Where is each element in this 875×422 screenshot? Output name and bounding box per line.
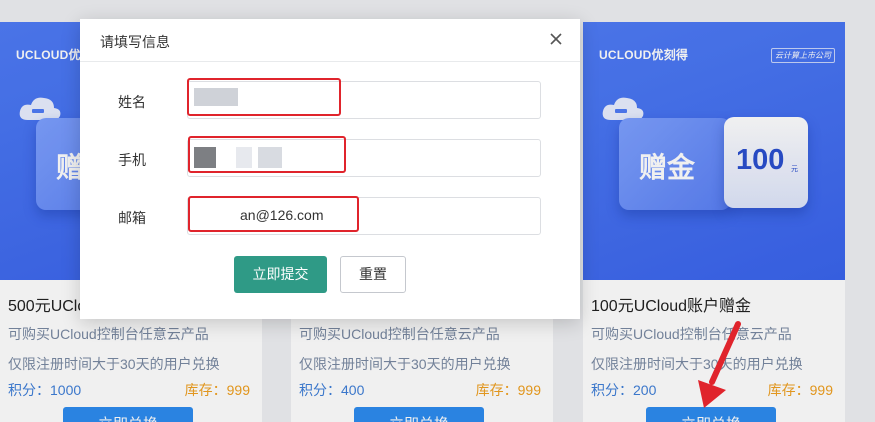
highlight-box (188, 196, 359, 232)
dialog-header: 请填写信息 (80, 19, 580, 62)
dialog-title: 请填写信息 (100, 34, 170, 50)
email-label: 邮箱 (118, 210, 146, 226)
close-icon[interactable] (546, 29, 566, 49)
highlight-box (188, 136, 346, 173)
reset-button[interactable]: 重置 (340, 256, 406, 293)
annotation-arrow-icon (698, 321, 741, 408)
info-dialog: 请填写信息 姓名 手机 邮箱 an@126.com 立即提交 重置 (80, 19, 580, 319)
submit-button[interactable]: 立即提交 (234, 256, 327, 293)
highlight-box (187, 78, 341, 116)
phone-label: 手机 (118, 152, 146, 168)
name-label: 姓名 (118, 94, 146, 110)
